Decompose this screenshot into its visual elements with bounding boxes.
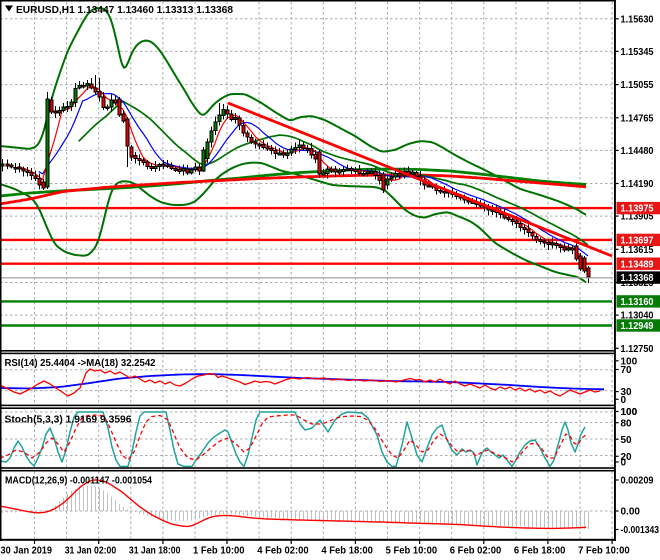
svg-text:MACD(12,26,9) -0.001147 -0.001: MACD(12,26,9) -0.001147 -0.001054 bbox=[5, 476, 152, 487]
svg-text:1.14765: 1.14765 bbox=[621, 113, 654, 124]
svg-text:0.00209: 0.00209 bbox=[621, 476, 654, 487]
svg-text:1.15345: 1.15345 bbox=[621, 47, 654, 58]
svg-text:30 Jan 2019: 30 Jan 2019 bbox=[1, 546, 53, 557]
svg-text:1.14190: 1.14190 bbox=[621, 179, 654, 190]
svg-text:1.15630: 1.15630 bbox=[621, 14, 654, 25]
svg-text:1.12750: 1.12750 bbox=[621, 344, 654, 355]
svg-text:0: 0 bbox=[621, 458, 627, 469]
svg-text:50: 50 bbox=[621, 435, 633, 446]
svg-text:-0.001343: -0.001343 bbox=[621, 525, 660, 536]
svg-text:4 Feb 18:00: 4 Feb 18:00 bbox=[321, 546, 373, 557]
svg-text:1.13615: 1.13615 bbox=[621, 245, 654, 256]
svg-text:70: 70 bbox=[621, 365, 633, 376]
svg-text:1.12949: 1.12949 bbox=[621, 321, 654, 332]
svg-text:5 Feb 10:00: 5 Feb 10:00 bbox=[386, 546, 438, 557]
svg-text:6 Feb 18:00: 6 Feb 18:00 bbox=[514, 546, 566, 557]
svg-text:80: 80 bbox=[621, 418, 633, 429]
svg-text:1.13160: 1.13160 bbox=[621, 297, 654, 308]
svg-text:7 Feb 10:00: 7 Feb 10:00 bbox=[578, 546, 630, 557]
svg-text:EURUSD,H1 1.13447 1.13460 1.1: EURUSD,H1 1.13447 1.13460 1.13313 1.1336… bbox=[16, 5, 233, 16]
svg-text:6 Feb 02:00: 6 Feb 02:00 bbox=[450, 546, 502, 557]
svg-text:1.13697: 1.13697 bbox=[621, 236, 654, 247]
svg-text:1.14480: 1.14480 bbox=[621, 146, 654, 157]
svg-text:1.13368: 1.13368 bbox=[621, 273, 654, 284]
svg-text:1.15055: 1.15055 bbox=[621, 80, 654, 91]
svg-text:1.13975: 1.13975 bbox=[621, 204, 654, 215]
svg-text:0: 0 bbox=[621, 395, 627, 406]
svg-text:0.00: 0.00 bbox=[621, 507, 641, 518]
svg-text:Stoch(5,3,3) 1.9169 9.3596: Stoch(5,3,3) 1.9169 9.3596 bbox=[5, 415, 132, 426]
svg-text:31 Jan 18:00: 31 Jan 18:00 bbox=[129, 546, 181, 557]
svg-text:1 Feb 10:00: 1 Feb 10:00 bbox=[193, 546, 245, 557]
svg-text:4 Feb 02:00: 4 Feb 02:00 bbox=[257, 546, 309, 557]
svg-text:RSI(14) 25.4404 ->MA(18) 32.2: RSI(14) 25.4404 ->MA(18) 32.2542 bbox=[5, 358, 156, 369]
svg-text:31 Jan 02:00: 31 Jan 02:00 bbox=[65, 546, 117, 557]
svg-text:100: 100 bbox=[621, 407, 638, 418]
svg-text:1.13489: 1.13489 bbox=[621, 259, 654, 270]
